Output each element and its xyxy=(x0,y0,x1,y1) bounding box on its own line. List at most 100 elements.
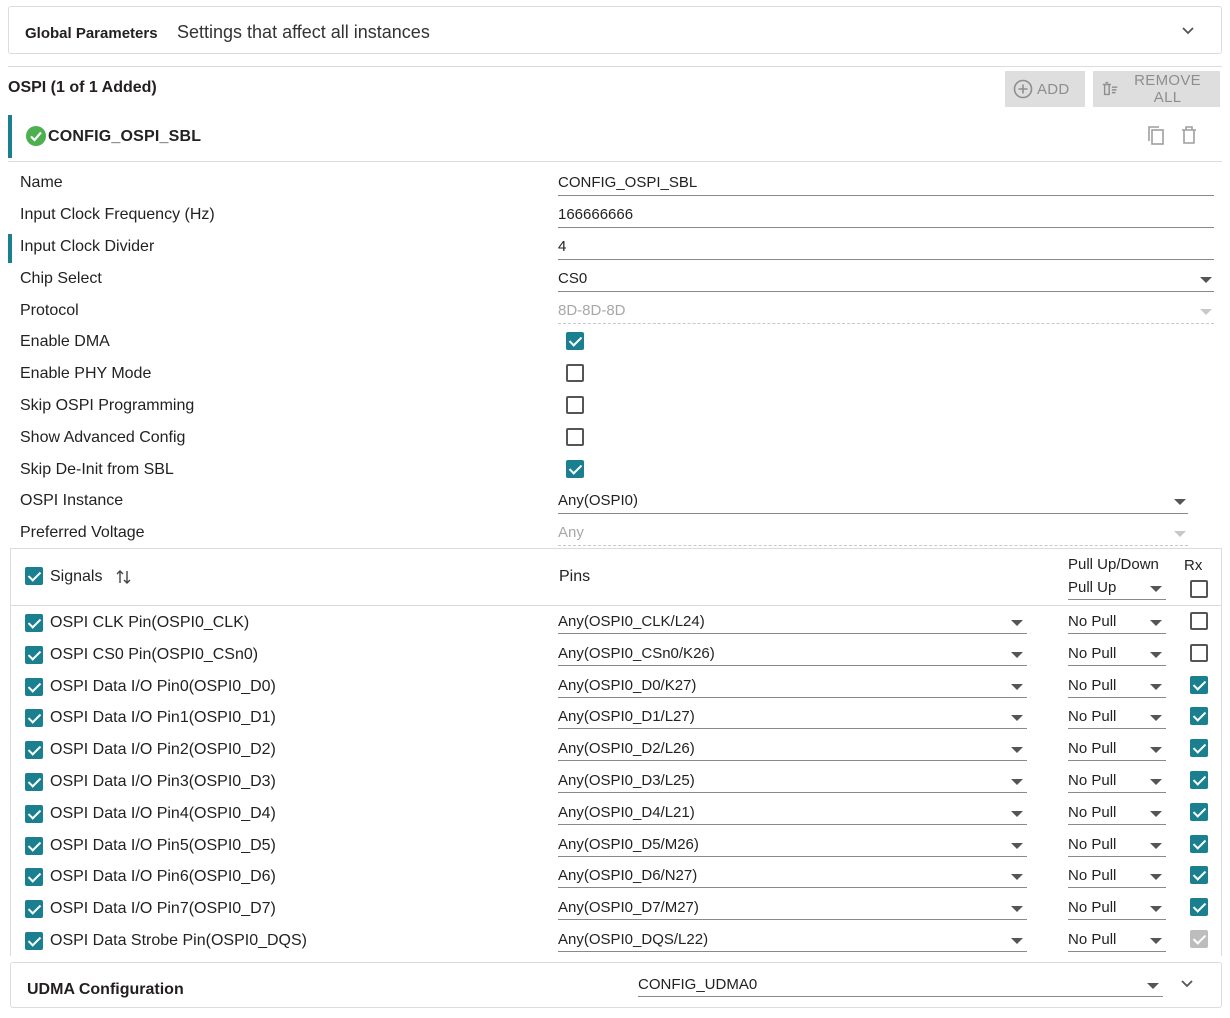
signal-enable-checkbox[interactable] xyxy=(25,868,43,887)
pins-column-header: Pins xyxy=(559,568,591,585)
chip-select-label: Chip Select xyxy=(20,270,102,287)
copy-icon[interactable] xyxy=(1146,125,1166,147)
signal-pull-select[interactable]: No Pull xyxy=(1068,929,1166,952)
input-clock-frequency-hz-input[interactable]: 166666666 xyxy=(558,204,1214,228)
signal-enable-checkbox[interactable] xyxy=(25,836,43,855)
signal-pull-select[interactable]: No Pull xyxy=(1068,834,1166,857)
caret-down-icon xyxy=(1150,651,1162,658)
signal-pin-select[interactable]: Any(OSPI0_D6/N27) xyxy=(558,865,1027,889)
signal-rx-checkbox[interactable] xyxy=(1190,707,1208,726)
rx-select-all-checkbox[interactable] xyxy=(1190,580,1208,598)
signal-enable-checkbox[interactable] xyxy=(25,932,43,950)
input-clock-divider-value: 4 xyxy=(558,238,567,255)
signal-pin-value: Any(OSPI0_D6/N27) xyxy=(558,867,698,885)
signal-rx-checkbox[interactable] xyxy=(1190,771,1208,789)
signal-pin-select[interactable]: Any(OSPI0_D1/L27) xyxy=(558,706,1027,730)
skip-ospi-programming-checkbox[interactable] xyxy=(566,396,584,414)
skip-de-init-from-sbl-checkbox[interactable] xyxy=(566,460,584,478)
signal-pin-select[interactable]: Any(OSPI0_D5/M26) xyxy=(558,834,1027,857)
signal-pin-select[interactable]: Any(OSPI0_D2/L26) xyxy=(558,738,1027,762)
sort-icon[interactable] xyxy=(115,568,133,586)
chevron-down-icon[interactable] xyxy=(1181,24,1195,38)
signals-column-header: Signals xyxy=(50,568,103,585)
signal-rx-checkbox[interactable] xyxy=(1190,675,1208,694)
signals-select-all-checkbox[interactable] xyxy=(25,567,43,585)
signal-pull-value: No Pull xyxy=(1068,676,1117,694)
signal-pull-select[interactable]: No Pull xyxy=(1068,643,1166,666)
delete-icon[interactable] xyxy=(1180,125,1198,145)
udma-configuration-panel[interactable]: UDMA Configuration CONFIG_UDMA0 xyxy=(10,962,1222,1008)
chip-select-value: CS0 xyxy=(558,270,588,287)
selected-instance-indicator xyxy=(8,115,12,158)
pull-up-down-all-select[interactable]: Pull Up xyxy=(1068,577,1166,600)
signal-pull-select[interactable]: No Pull xyxy=(1068,611,1166,634)
signal-name: OSPI Data I/O Pin7(OSPI0_D7) xyxy=(50,900,276,918)
enable-dma-checkbox[interactable] xyxy=(566,332,584,350)
signal-pin-select[interactable]: Any(OSPI0_CSn0/K26) xyxy=(558,643,1027,666)
signal-rx-checkbox[interactable] xyxy=(1190,643,1208,662)
signal-enable-checkbox[interactable] xyxy=(25,900,43,919)
signal-pull-value: No Pull xyxy=(1068,803,1117,821)
signal-pull-value: No Pull xyxy=(1068,835,1117,853)
signal-pin-value: Any(OSPI0_CSn0/K26) xyxy=(558,644,715,662)
caret-down-icon xyxy=(1150,810,1162,817)
signal-pull-select[interactable]: No Pull xyxy=(1068,738,1166,762)
add-button[interactable]: ADD xyxy=(1005,71,1085,107)
signal-enable-checkbox[interactable] xyxy=(25,614,43,632)
chevron-down-icon[interactable] xyxy=(1180,977,1194,991)
enable-phy-mode-checkbox[interactable] xyxy=(566,364,584,382)
global-parameters-panel[interactable]: Global Parameters Settings that affect a… xyxy=(8,6,1222,54)
udma-configuration-value: CONFIG_UDMA0 xyxy=(638,976,758,993)
caret-down-icon xyxy=(1150,586,1162,592)
signal-pull-value: No Pull xyxy=(1068,613,1117,630)
signal-rx-checkbox[interactable] xyxy=(1190,898,1208,917)
signal-rx-checkbox[interactable] xyxy=(1190,834,1208,853)
signal-rx-checkbox[interactable] xyxy=(1190,612,1208,630)
signal-enable-checkbox[interactable] xyxy=(25,709,43,728)
name-input[interactable]: CONFIG_OSPI_SBL xyxy=(558,172,1214,196)
signal-enable-checkbox[interactable] xyxy=(25,773,43,791)
input-clock-frequency-hz-label: Input Clock Frequency (Hz) xyxy=(20,206,215,223)
signal-pin-value: Any(OSPI0_D3/L25) xyxy=(558,772,695,789)
signal-pin-select[interactable]: Any(OSPI0_D0/K27) xyxy=(558,675,1027,698)
rx-column-header: Rx xyxy=(1184,557,1203,574)
signal-pin-value: Any(OSPI0_D7/M27) xyxy=(558,899,699,917)
preferred-voltage-value: Any xyxy=(558,524,584,541)
signal-name: OSPI CLK Pin(OSPI0_CLK) xyxy=(50,614,250,631)
signal-pull-value: No Pull xyxy=(1068,899,1117,917)
signal-rx-checkbox xyxy=(1190,930,1208,948)
remove-all-button[interactable]: REMOVE ALL xyxy=(1093,71,1220,107)
ospi-instance-select[interactable]: Any(OSPI0) xyxy=(558,490,1188,514)
signal-enable-checkbox[interactable] xyxy=(25,677,43,696)
signal-pin-value: Any(OSPI0_D4/L21) xyxy=(558,803,695,821)
signal-pull-select[interactable]: No Pull xyxy=(1068,675,1166,698)
signal-rx-checkbox[interactable] xyxy=(1190,866,1208,885)
chip-select-select[interactable]: CS0 xyxy=(558,268,1214,292)
input-clock-frequency-hz-value: 166666666 xyxy=(558,206,634,223)
signal-rx-checkbox[interactable] xyxy=(1190,739,1208,758)
name-label: Name xyxy=(20,174,63,191)
show-advanced-config-checkbox[interactable] xyxy=(566,428,584,446)
divider xyxy=(8,161,1222,162)
input-clock-divider-input[interactable]: 4 xyxy=(558,236,1214,260)
signal-pull-select[interactable]: No Pull xyxy=(1068,802,1166,825)
udma-configuration-select[interactable]: CONFIG_UDMA0 xyxy=(638,974,1163,997)
signal-pin-select[interactable]: Any(OSPI0_DQS/L22) xyxy=(558,929,1027,952)
signal-pull-select[interactable]: No Pull xyxy=(1068,865,1166,889)
instance-name[interactable]: CONFIG_OSPI_SBL xyxy=(48,128,201,146)
signal-enable-checkbox[interactable] xyxy=(25,741,43,760)
signal-pull-select[interactable]: No Pull xyxy=(1068,706,1166,730)
caret-down-icon xyxy=(1011,779,1023,785)
signal-pin-select[interactable]: Any(OSPI0_D7/M27) xyxy=(558,897,1027,921)
signal-pin-select[interactable]: Any(OSPI0_D3/L25) xyxy=(558,770,1027,793)
signal-pull-select[interactable]: No Pull xyxy=(1068,897,1166,921)
caret-down-icon xyxy=(1150,747,1162,754)
signal-pin-select[interactable]: Any(OSPI0_D4/L21) xyxy=(558,802,1027,825)
caret-down-icon xyxy=(1011,906,1023,913)
caret-down-icon xyxy=(1011,620,1023,626)
signal-enable-checkbox[interactable] xyxy=(25,804,43,823)
signal-pin-select[interactable]: Any(OSPI0_CLK/L24) xyxy=(558,611,1027,634)
signal-rx-checkbox[interactable] xyxy=(1190,802,1208,821)
signal-pull-select[interactable]: No Pull xyxy=(1068,770,1166,793)
signal-enable-checkbox[interactable] xyxy=(25,645,43,664)
